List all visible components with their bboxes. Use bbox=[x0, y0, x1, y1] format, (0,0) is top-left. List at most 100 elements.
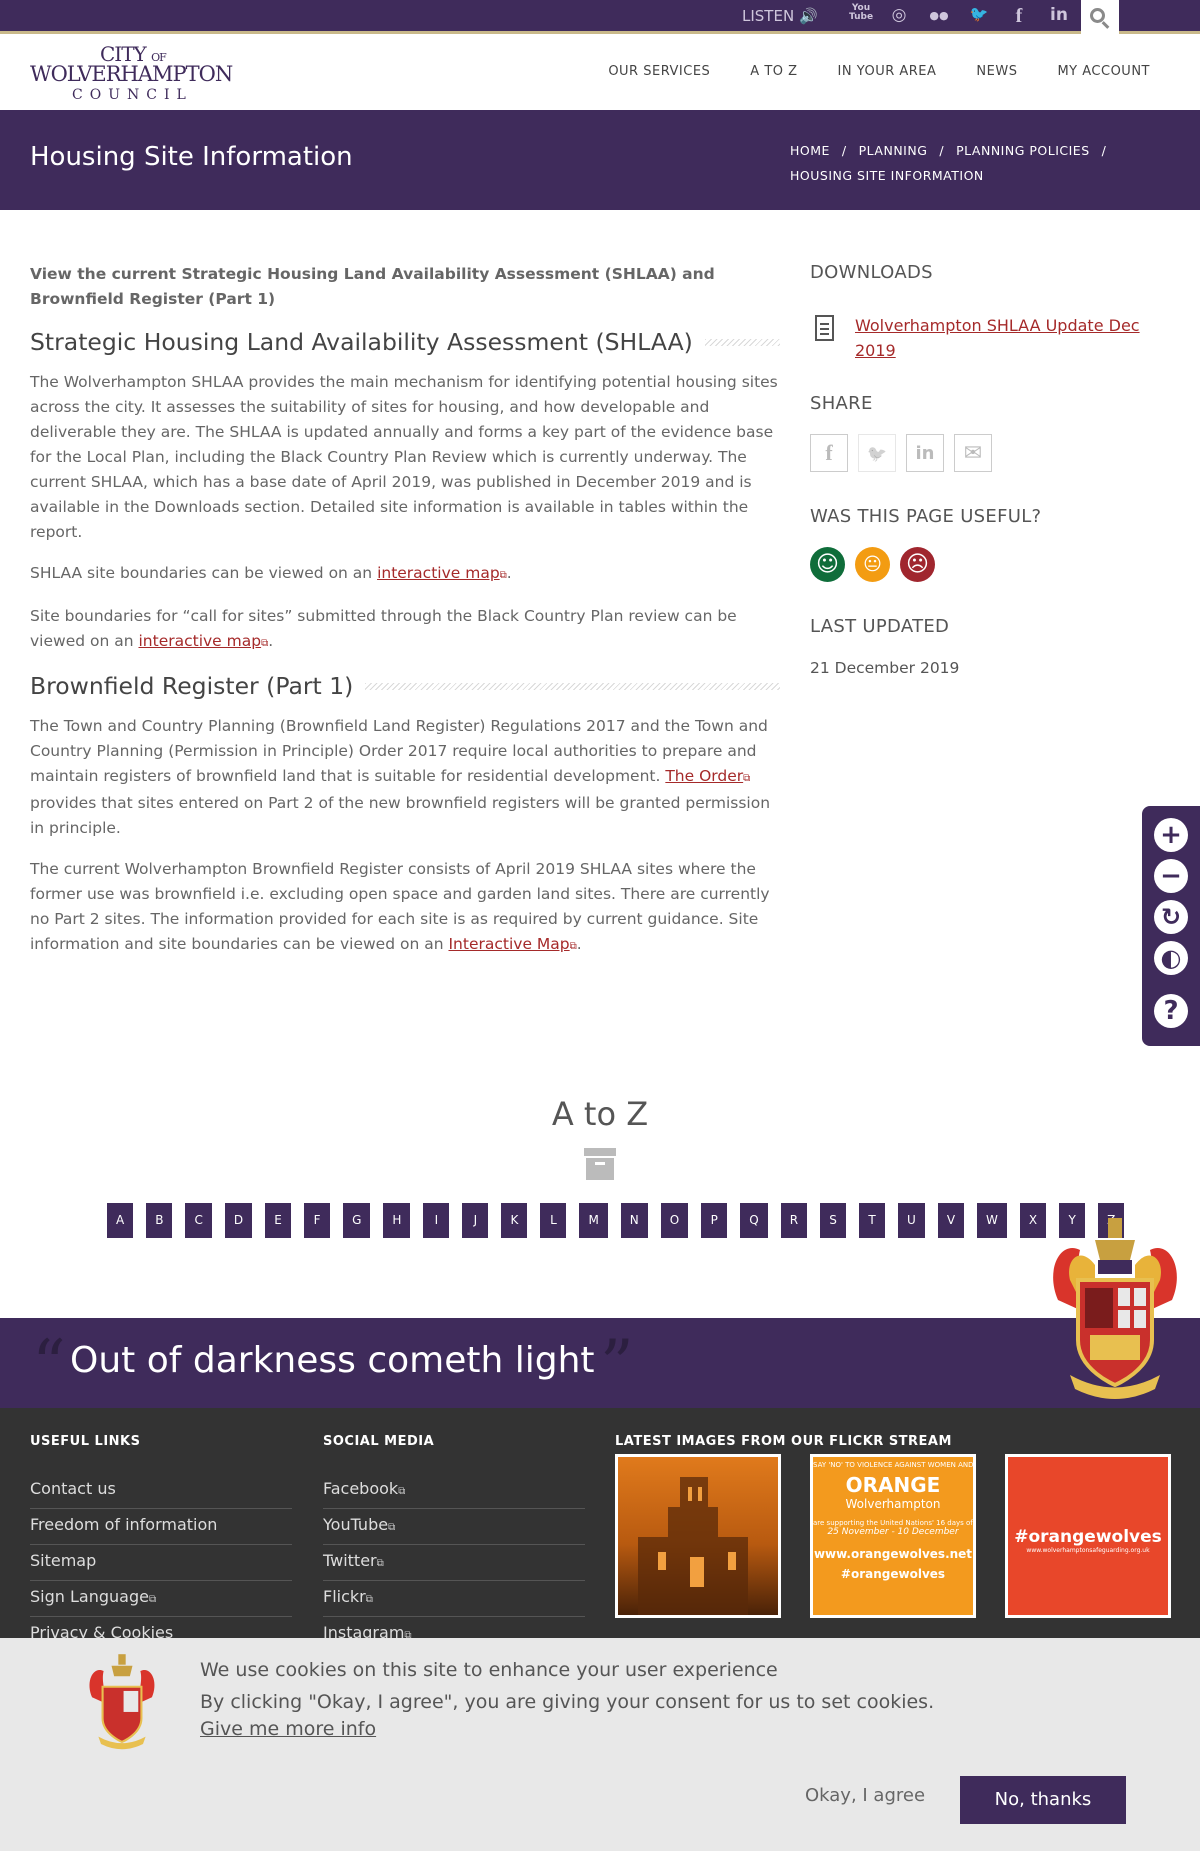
cookie-message: We use cookies on this site to enhance y… bbox=[200, 1654, 934, 1718]
text: SHLAA site boundaries can be viewed on a… bbox=[30, 564, 378, 582]
cookie-decline-button[interactable]: No, thanks bbox=[960, 1776, 1126, 1824]
flickr-image-tshirt[interactable]: #orangewolves www.wolverhamptonsafeguard… bbox=[1005, 1454, 1171, 1618]
footer-link-flickr[interactable]: Flickr⧉ bbox=[323, 1581, 585, 1617]
a-to-z-letter-a[interactable]: A bbox=[107, 1203, 134, 1238]
contrast-icon[interactable]: ◐ bbox=[1154, 941, 1188, 975]
twitter-icon[interactable]: 🐦 bbox=[966, 5, 992, 27]
a-to-z-letter-t[interactable]: T bbox=[859, 1203, 886, 1238]
instagram-icon[interactable]: ◎ bbox=[886, 5, 912, 27]
a-to-z-letter-f[interactable]: F bbox=[304, 1203, 331, 1238]
happy-face-icon[interactable]: ☺ bbox=[810, 547, 845, 582]
footer-link-youtube[interactable]: YouTube⧉ bbox=[323, 1509, 585, 1545]
zoom-in-icon[interactable]: + bbox=[1154, 818, 1188, 852]
footer-link-contact[interactable]: Contact us bbox=[30, 1473, 292, 1509]
paragraph-boundaries: SHLAA site boundaries can be viewed on a… bbox=[30, 561, 780, 588]
nav-a-to-z[interactable]: A TO Z bbox=[750, 64, 797, 79]
interactive-map-link[interactable]: interactive map bbox=[138, 632, 261, 650]
breadcrumb: HOME / PLANNING / PLANNING POLICIES / HOUSING … bbox=[790, 138, 1150, 188]
a-to-z-letter-q[interactable]: Q bbox=[740, 1203, 768, 1238]
a-to-z-letter-s[interactable]: S bbox=[820, 1203, 847, 1238]
a-to-z-letter-c[interactable]: C bbox=[185, 1203, 212, 1238]
interactive-map-link[interactable]: interactive map bbox=[377, 564, 500, 582]
a-to-z-letter-e[interactable]: E bbox=[265, 1203, 292, 1238]
flickr-icon[interactable]: ●● bbox=[926, 9, 952, 31]
share-email-icon[interactable]: ✉ bbox=[954, 434, 992, 472]
share-linkedin-icon[interactable]: in bbox=[906, 434, 944, 472]
box-slot bbox=[595, 1162, 605, 1165]
image-caption: www.wolverhamptonsafeguarding.org.uk bbox=[1026, 1547, 1150, 1554]
reset-icon[interactable]: ↻ bbox=[1154, 900, 1188, 934]
a-to-z-letter-m[interactable]: M bbox=[579, 1203, 608, 1238]
zoom-out-icon[interactable]: − bbox=[1154, 859, 1188, 893]
footer-link-sitemap[interactable]: Sitemap bbox=[30, 1545, 292, 1581]
footer-link-facebook[interactable]: Facebook⧉ bbox=[323, 1473, 585, 1509]
breadcrumb-separator: / bbox=[1101, 143, 1107, 158]
a-to-z-letter-r[interactable]: R bbox=[780, 1203, 808, 1238]
flickr-image-orange-wolves[interactable]: SAY 'NO' TO VIOLENCE AGAINST WOMEN AND G… bbox=[810, 1454, 976, 1618]
breadcrumb-separator: / bbox=[939, 143, 945, 158]
heading-brownfield: Brownfield Register (Part 1) bbox=[30, 672, 780, 700]
interactive-map-link[interactable]: Interactive Map bbox=[448, 935, 569, 953]
nav-in-your-area[interactable]: IN YOUR AREA bbox=[838, 64, 937, 79]
a-to-z-letter-k[interactable]: K bbox=[501, 1203, 528, 1238]
text: . bbox=[506, 564, 512, 582]
breadcrumb-home[interactable]: HOME bbox=[790, 143, 830, 158]
footer-link-twitter[interactable]: Twitter⧉ bbox=[323, 1545, 585, 1581]
nav-our-services[interactable]: OUR SERVICES bbox=[608, 64, 710, 79]
share-twitter-icon[interactable]: 🐦 bbox=[858, 434, 896, 472]
text: provides that sites entered on Part 2 of… bbox=[30, 794, 771, 837]
sad-face-icon[interactable]: ☹ bbox=[900, 547, 935, 582]
breadcrumb-current: HOUSING SITE INFORMATION bbox=[790, 168, 984, 183]
image-caption: www.orangewolves.net bbox=[813, 1547, 973, 1561]
share-facebook-icon[interactable]: f bbox=[810, 434, 848, 472]
flickr-image-church[interactable] bbox=[615, 1454, 781, 1618]
top-utility-bar: LISTEN 🔊 You Tube ◎ ●● 🐦 f in bbox=[0, 0, 1200, 34]
youtube-icon[interactable]: You Tube bbox=[848, 4, 874, 26]
image-caption: SAY 'NO' TO VIOLENCE AGAINST WOMEN AND G… bbox=[813, 1461, 973, 1469]
a-to-z-letter-o[interactable]: O bbox=[660, 1203, 689, 1238]
a-to-z-letter-d[interactable]: D bbox=[224, 1203, 253, 1238]
a-to-z-letter-w[interactable]: W bbox=[977, 1203, 1007, 1238]
a-to-z-letter-n[interactable]: N bbox=[620, 1203, 648, 1238]
text: . bbox=[268, 632, 274, 650]
neutral-face-icon[interactable]: 😐 bbox=[855, 547, 890, 582]
external-link-icon: ⧉ bbox=[569, 941, 577, 952]
council-logo[interactable]: CITY OF WOLVERHAMPTON COUNCIL bbox=[30, 42, 233, 104]
a-to-z-letter-g[interactable]: G bbox=[343, 1203, 371, 1238]
a-to-z-letter-h[interactable]: H bbox=[383, 1203, 411, 1238]
nav-news[interactable]: NEWS bbox=[976, 64, 1017, 79]
a-to-z-letter-b[interactable]: B bbox=[146, 1203, 173, 1238]
search-button[interactable] bbox=[1081, 0, 1119, 34]
breadcrumb-planning[interactable]: PLANNING bbox=[859, 143, 928, 158]
cookie-more-info-link[interactable]: Give me more info bbox=[200, 1718, 376, 1740]
facebook-icon[interactable]: f bbox=[1006, 5, 1032, 27]
footer-link-foi[interactable]: Freedom of information bbox=[30, 1509, 292, 1545]
image-caption: are supporting the United Nations' 16 da… bbox=[813, 1519, 973, 1527]
the-order-link[interactable]: The Order bbox=[665, 767, 743, 785]
footer-link-sign-language[interactable]: Sign Language⧉ bbox=[30, 1581, 292, 1617]
download-shlaa-link[interactable]: Wolverhampton SHLAA Update Dec 2019 bbox=[855, 316, 1140, 360]
breadcrumb-planning-policies[interactable]: PLANNING POLICIES bbox=[956, 143, 1090, 158]
sidebar: DOWNLOADS Wolverhampton SHLAA Update Dec… bbox=[810, 262, 1170, 677]
paragraph-call-for-sites: Site boundaries for “call for sites” sub… bbox=[30, 604, 780, 656]
image-caption: #orangewolves bbox=[840, 1567, 946, 1581]
a-to-z-letter-v[interactable]: V bbox=[937, 1203, 965, 1238]
a-to-z-letter-p[interactable]: P bbox=[701, 1203, 728, 1238]
help-icon[interactable]: ? bbox=[1154, 994, 1188, 1028]
link-text: Facebook bbox=[323, 1479, 399, 1498]
link-text: YouTube bbox=[323, 1515, 389, 1534]
cookie-agree-button[interactable]: Okay, I agree bbox=[805, 1785, 925, 1806]
a-to-z-letter-i[interactable]: I bbox=[423, 1203, 450, 1238]
a-to-z-letter-l[interactable]: L bbox=[540, 1203, 567, 1238]
logo-line-wolverhampton: WOLVERHAMPTON bbox=[30, 62, 233, 86]
listen-button[interactable]: LISTEN 🔊 bbox=[742, 7, 818, 25]
linkedin-icon[interactable]: in bbox=[1046, 5, 1072, 27]
a-to-z-letter-u[interactable]: U bbox=[898, 1203, 925, 1238]
search-icon-handle bbox=[1101, 21, 1110, 29]
a-to-z-letter-j[interactable]: J bbox=[462, 1203, 489, 1238]
heading-brownfield-text: Brownfield Register (Part 1) bbox=[30, 672, 354, 700]
image-subtitle: Wolverhampton bbox=[845, 1497, 941, 1511]
heading-divider bbox=[704, 338, 780, 346]
nav-my-account[interactable]: MY ACCOUNT bbox=[1057, 64, 1150, 79]
link-text: Twitter bbox=[323, 1551, 377, 1570]
